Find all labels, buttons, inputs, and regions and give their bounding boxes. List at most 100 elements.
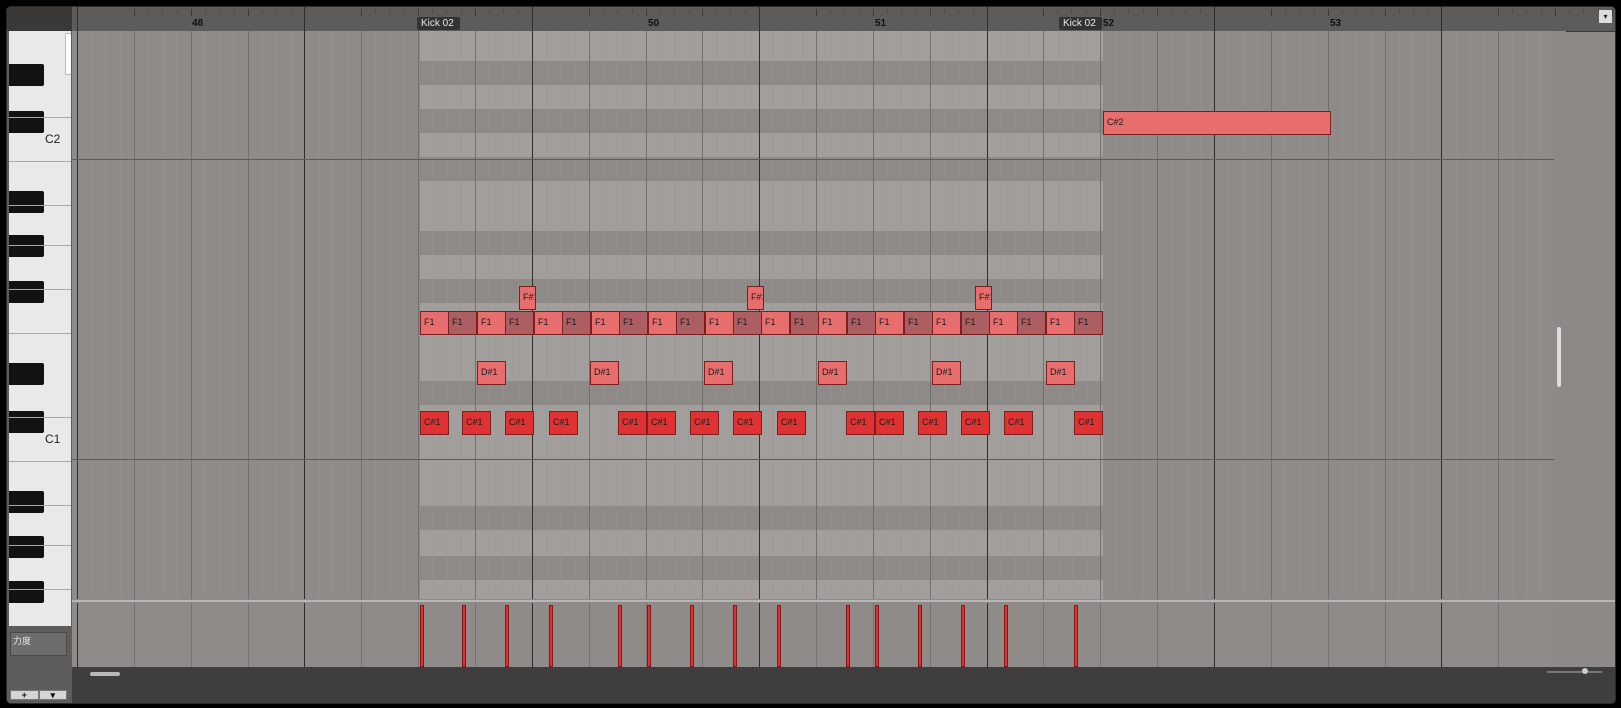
note-f1[interactable]: F1 bbox=[1074, 311, 1103, 335]
note-f1[interactable]: F1 bbox=[448, 311, 477, 335]
ruler-menu-button[interactable]: ▾ bbox=[1599, 10, 1612, 23]
note-f1[interactable]: F1 bbox=[562, 311, 591, 335]
velocity-bar[interactable] bbox=[420, 605, 424, 667]
velocity-bar[interactable] bbox=[846, 605, 850, 667]
note-f1[interactable]: F1 bbox=[676, 311, 705, 335]
add-lane-button[interactable]: + bbox=[10, 690, 39, 700]
velocity-bar[interactable] bbox=[875, 605, 879, 667]
note-csharp1[interactable]: C#1 bbox=[420, 411, 449, 435]
note-f1[interactable]: F1 bbox=[761, 311, 790, 335]
velocity-bar[interactable] bbox=[1004, 605, 1008, 667]
note-csharp1[interactable]: C#1 bbox=[647, 411, 676, 435]
velocity-bar[interactable] bbox=[1074, 605, 1078, 667]
note-csharp1[interactable]: C#1 bbox=[462, 411, 491, 435]
note-dsharp1[interactable]: D#1 bbox=[818, 361, 847, 385]
note-f1[interactable]: F1 bbox=[1046, 311, 1075, 335]
velocity-lane-label[interactable]: 力度 bbox=[10, 632, 67, 656]
note-f1[interactable]: F1 bbox=[847, 311, 876, 335]
note-dsharp1[interactable]: D#1 bbox=[1046, 361, 1075, 385]
note-dsharp1[interactable]: D#1 bbox=[704, 361, 733, 385]
note-f1[interactable]: F1 bbox=[989, 311, 1018, 335]
note-f1[interactable]: F1 bbox=[932, 311, 961, 335]
note-csharp1[interactable]: C#1 bbox=[505, 411, 534, 435]
horizontal-scroll-thumb[interactable] bbox=[90, 672, 120, 676]
note-csharp1[interactable]: C#1 bbox=[733, 411, 762, 435]
note-csharp1[interactable]: C#1 bbox=[1074, 411, 1103, 435]
velocity-bar[interactable] bbox=[961, 605, 965, 667]
black-key[interactable] bbox=[9, 64, 44, 86]
timeline-ruler[interactable]: 48 50 51 52 53 Kick 02 Kick 02 ▾ bbox=[72, 7, 1615, 32]
note-csharp1[interactable]: C#1 bbox=[1004, 411, 1033, 435]
black-key[interactable] bbox=[9, 536, 44, 558]
note-csharp1[interactable]: C#1 bbox=[777, 411, 806, 435]
note-csharp1[interactable]: C#1 bbox=[961, 411, 990, 435]
horizontal-scrollbar[interactable] bbox=[72, 667, 1615, 703]
velocity-bar[interactable] bbox=[647, 605, 651, 667]
black-key[interactable] bbox=[9, 491, 44, 513]
sub-tick bbox=[1356, 9, 1357, 13]
velocity-bar[interactable] bbox=[777, 605, 781, 667]
velocity-lane[interactable] bbox=[72, 603, 1554, 667]
zoom-knob[interactable] bbox=[1582, 668, 1588, 674]
note-f1[interactable]: F1 bbox=[733, 311, 762, 335]
note-csharp1[interactable]: C#1 bbox=[875, 411, 904, 435]
sub-tick bbox=[1086, 9, 1087, 13]
piano-keyboard[interactable]: C2 C1 bbox=[9, 31, 71, 626]
sub-tick bbox=[205, 9, 206, 13]
note-csharp1[interactable]: C#1 bbox=[846, 411, 875, 435]
note-dsharp1[interactable]: D#1 bbox=[477, 361, 506, 385]
note-f1[interactable]: F1 bbox=[619, 311, 648, 335]
note-f1[interactable]: F1 bbox=[1017, 311, 1046, 335]
black-key[interactable] bbox=[9, 581, 44, 603]
note-f1[interactable]: F1 bbox=[420, 311, 449, 335]
note-f1[interactable]: F1 bbox=[790, 311, 819, 335]
bar-tick bbox=[759, 7, 760, 31]
note-f1[interactable]: F1 bbox=[875, 311, 904, 335]
sub-tick bbox=[262, 9, 263, 13]
lane-divider[interactable] bbox=[72, 600, 1615, 602]
note-f1[interactable]: F1 bbox=[818, 311, 847, 335]
velocity-bar[interactable] bbox=[690, 605, 694, 667]
grid-line bbox=[262, 31, 263, 599]
note-csharp1[interactable]: C#1 bbox=[618, 411, 647, 435]
note-f1[interactable]: F1 bbox=[961, 311, 990, 335]
black-key[interactable] bbox=[9, 111, 44, 133]
black-key[interactable] bbox=[9, 411, 44, 433]
zoom-slider[interactable] bbox=[1547, 671, 1602, 673]
velocity-bar[interactable] bbox=[918, 605, 922, 667]
keyboard-scroll-handle[interactable] bbox=[65, 33, 71, 75]
vertical-scroll-thumb[interactable] bbox=[1557, 327, 1561, 387]
note-f1[interactable]: F1 bbox=[904, 311, 933, 335]
black-key[interactable] bbox=[9, 235, 44, 257]
black-key[interactable] bbox=[9, 363, 44, 385]
note-dsharp1[interactable]: D#1 bbox=[932, 361, 961, 385]
note-f1[interactable]: F1 bbox=[648, 311, 677, 335]
note-csharp1[interactable]: C#1 bbox=[549, 411, 578, 435]
vertical-scrollbar[interactable] bbox=[1554, 31, 1566, 599]
note-f1[interactable]: F1 bbox=[477, 311, 506, 335]
note-fsharp1[interactable]: F#1 bbox=[975, 286, 992, 310]
black-key[interactable] bbox=[9, 191, 44, 213]
velocity-bar[interactable] bbox=[505, 605, 509, 667]
note-csharp2[interactable]: C#2 bbox=[1103, 111, 1331, 135]
note-fsharp1[interactable]: F#1 bbox=[747, 286, 764, 310]
note-f1[interactable]: F1 bbox=[591, 311, 620, 335]
note-csharp1[interactable]: C#1 bbox=[690, 411, 719, 435]
note-f1[interactable]: F1 bbox=[534, 311, 563, 335]
locator-end[interactable]: Kick 02 bbox=[1059, 17, 1102, 30]
velocity-bar[interactable] bbox=[733, 605, 737, 667]
note-fsharp1[interactable]: F#1 bbox=[519, 286, 536, 310]
velocity-bar[interactable] bbox=[618, 605, 622, 667]
note-dsharp1[interactable]: D#1 bbox=[590, 361, 619, 385]
velocity-bar[interactable] bbox=[462, 605, 466, 667]
lane-menu-button[interactable]: ▾ bbox=[38, 690, 67, 700]
black-key[interactable] bbox=[9, 281, 44, 303]
grid-line bbox=[1441, 31, 1442, 599]
velocity-bar[interactable] bbox=[549, 605, 553, 667]
grid-line bbox=[1456, 31, 1457, 599]
note-f1[interactable]: F1 bbox=[505, 311, 534, 335]
note-f1[interactable]: F1 bbox=[705, 311, 734, 335]
note-csharp1[interactable]: C#1 bbox=[918, 411, 947, 435]
note-grid[interactable]: C#2F#1F#1F#1F1F1F1F1F1F1F1F1F1F1F1F1F1F1… bbox=[72, 31, 1554, 599]
locator-start[interactable]: Kick 02 bbox=[417, 17, 460, 30]
